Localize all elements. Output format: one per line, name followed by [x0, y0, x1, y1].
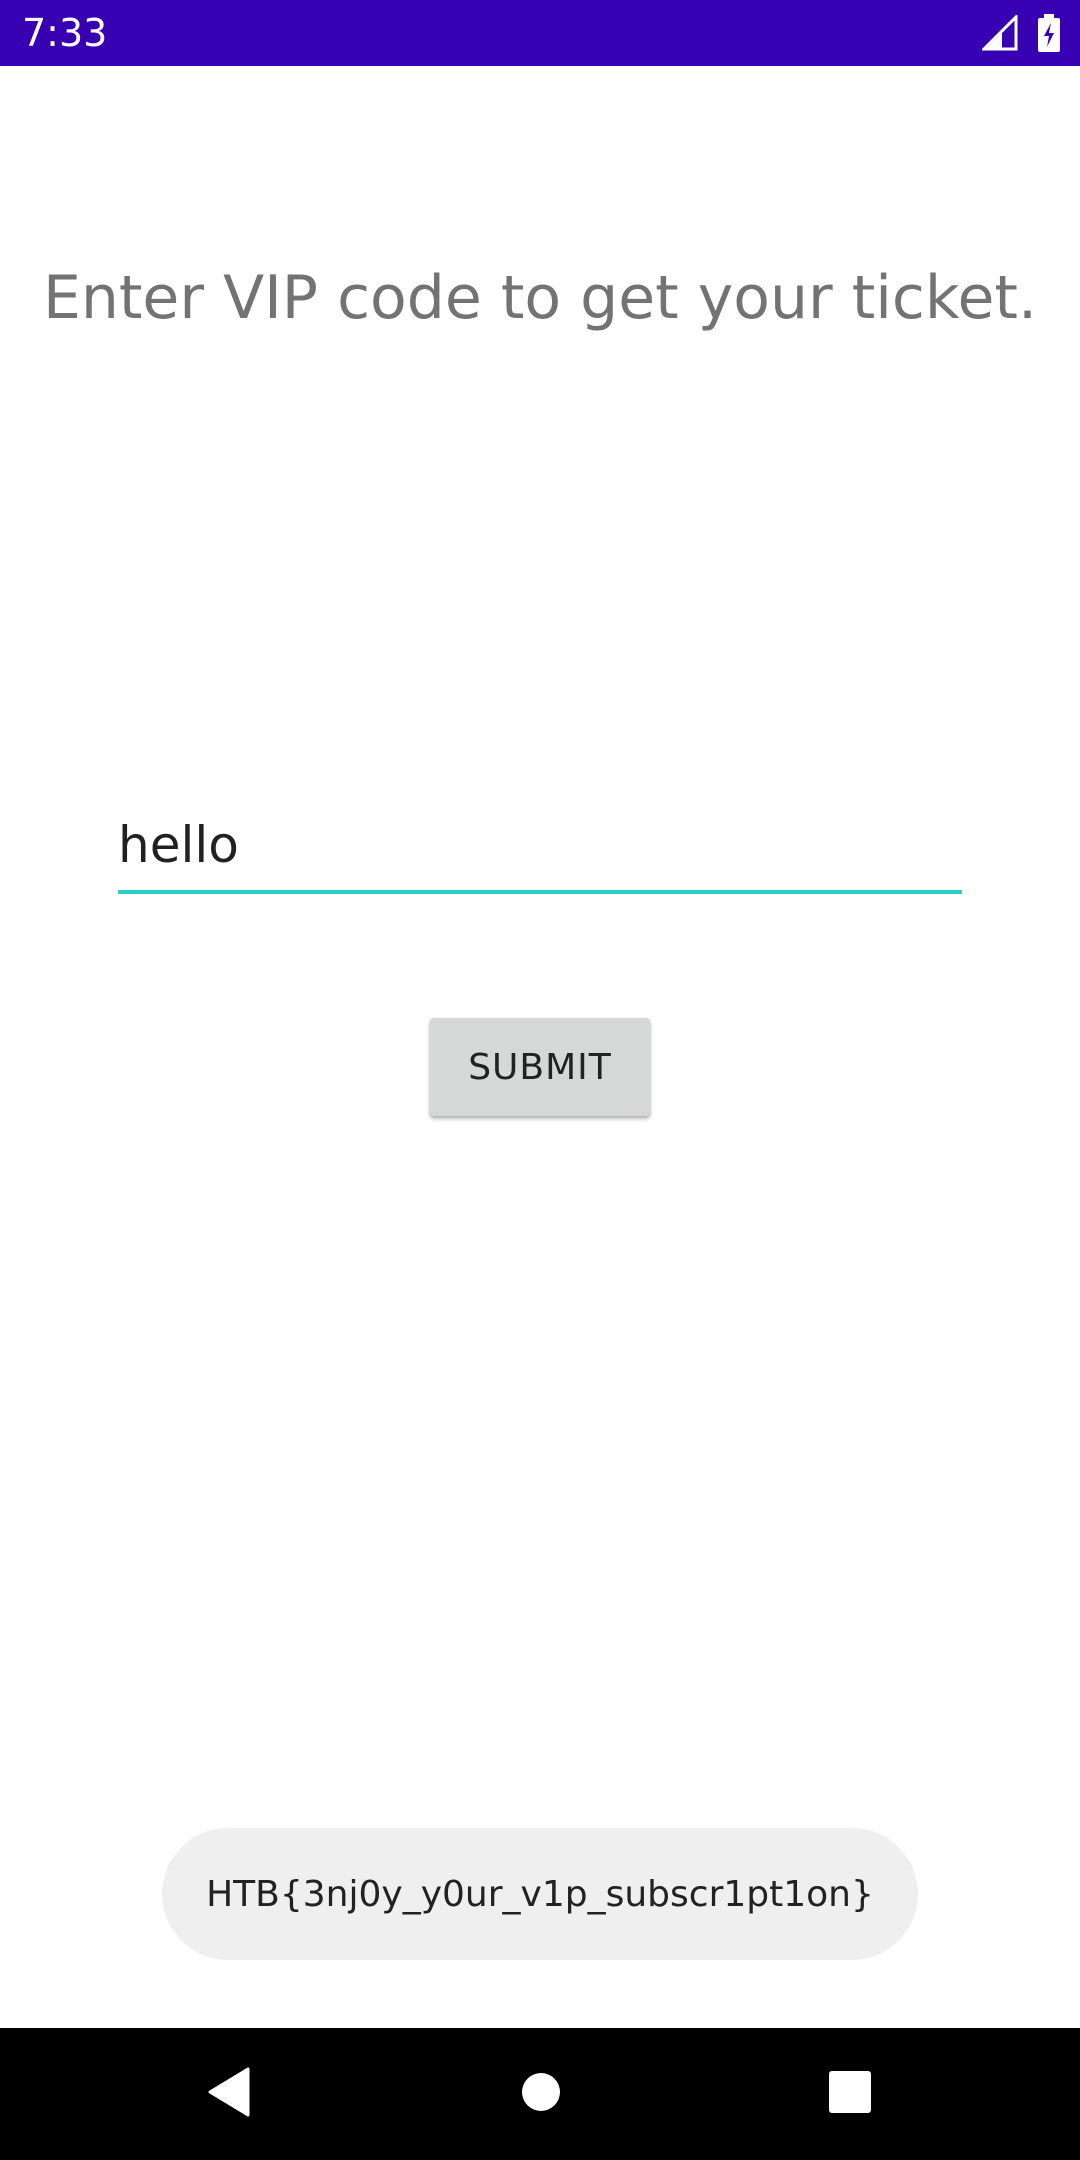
signal-icon [982, 15, 1018, 51]
toast-message: HTB{3nj0y_y0ur_v1p_subscr1pt1on} [206, 1873, 874, 1915]
recents-icon [829, 2071, 871, 2117]
status-bar: 7:33 [0, 0, 1080, 66]
battery-charging-icon [1038, 14, 1060, 52]
back-icon [206, 2067, 250, 2121]
submit-button[interactable]: SUBMIT [430, 1018, 650, 1116]
status-icons [982, 14, 1060, 52]
recents-button[interactable] [820, 2064, 880, 2124]
page-heading: Enter VIP code to get your ticket. [42, 263, 1038, 333]
home-button[interactable] [511, 2064, 571, 2124]
toast: HTB{3nj0y_y0ur_v1p_subscr1pt1on} [162, 1828, 918, 1960]
vip-code-input[interactable] [118, 800, 962, 890]
app-screen: 7:33 Enter VIP code to get your ticket. … [0, 0, 1080, 2160]
navigation-bar [0, 2028, 1080, 2160]
vip-code-field[interactable] [118, 800, 962, 894]
status-time: 7:33 [22, 11, 108, 55]
back-button[interactable] [198, 2064, 258, 2124]
home-icon [521, 2072, 561, 2116]
